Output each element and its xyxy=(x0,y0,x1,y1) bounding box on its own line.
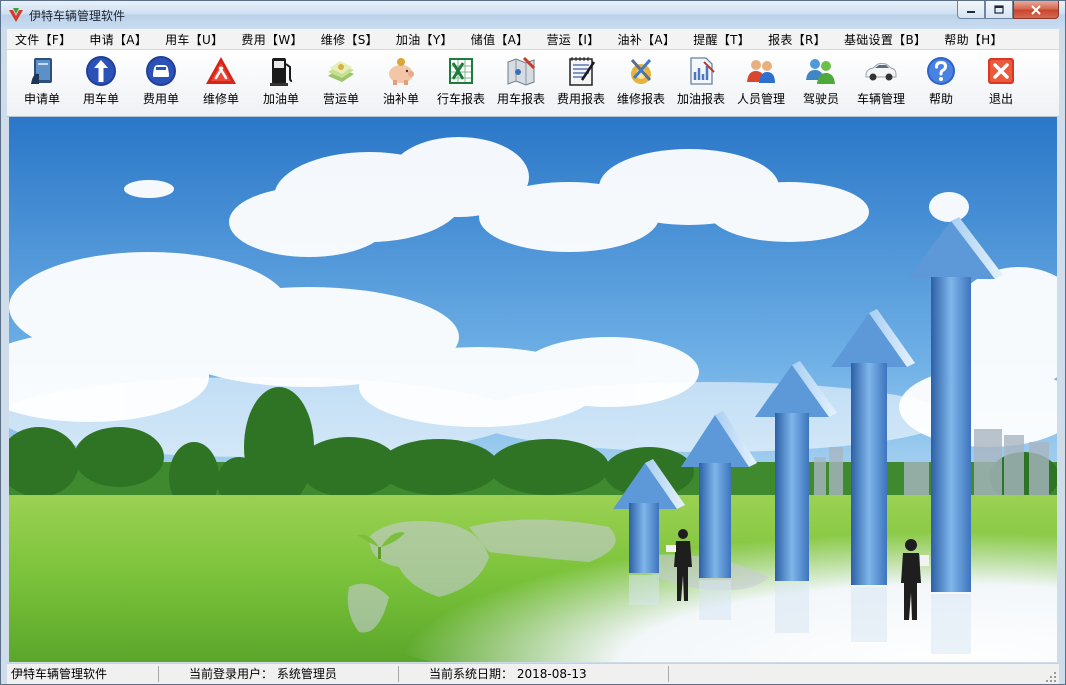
toolbar-vehicle-label: 车辆管理 xyxy=(857,90,905,107)
menu-deposit[interactable]: 储值【A】 xyxy=(462,31,538,48)
minimize-icon xyxy=(966,6,976,14)
app-logo-icon xyxy=(8,7,24,23)
notepad-report-icon xyxy=(564,54,598,88)
toolbar-application-label: 申请单 xyxy=(24,90,60,107)
toolbar-use-car-label: 用车单 xyxy=(83,90,119,107)
app-window: 伊特车辆管理软件 文件【F】 申请【A】 用车【U】 费用【W】 维修【S】 加… xyxy=(0,0,1066,685)
toolbar-operation-label: 营运单 xyxy=(323,90,359,107)
toolbar-repair-report-button[interactable]: 维修报表 xyxy=(611,54,671,114)
toolbar-use-car-report-label: 用车报表 xyxy=(497,90,545,107)
toolbar-driver-button[interactable]: 驾驶员 xyxy=(791,54,851,114)
title-bar[interactable]: 伊特车辆管理软件 xyxy=(1,1,1065,29)
minimize-button[interactable] xyxy=(957,1,985,19)
toolbar-help-label: 帮助 xyxy=(929,90,953,107)
close-icon xyxy=(1031,5,1041,15)
status-app-name-text: 伊特车辆管理软件 xyxy=(11,667,107,681)
exit-icon xyxy=(984,54,1018,88)
status-date-panel: 当前系统日期： 2018-08-13 xyxy=(399,666,669,682)
menu-apply[interactable]: 申请【A】 xyxy=(80,31,156,48)
toolbar-application-button[interactable]: 申请单 xyxy=(12,54,72,114)
toolbar-fuel-subsidy-button[interactable]: 油补单 xyxy=(371,54,431,114)
menu-file[interactable]: 文件【F】 xyxy=(7,31,80,48)
toolbar-expense-report-button[interactable]: 费用报表 xyxy=(551,54,611,114)
toolbar-exit-label: 退出 xyxy=(989,90,1013,107)
main-background-area xyxy=(9,117,1057,662)
toolbar-repair-report-label: 维修报表 xyxy=(617,90,665,107)
toolbar-driver-label: 驾驶员 xyxy=(803,90,839,107)
piggy-bank-icon xyxy=(384,54,418,88)
toolbar-repair-button[interactable]: 维修单 xyxy=(191,54,251,114)
toolbar-expense-button[interactable]: 费用单 xyxy=(131,54,191,114)
toolbar: 申请单 用车单 费用单 xyxy=(7,50,1059,117)
maximize-button[interactable] xyxy=(985,1,1013,19)
status-bar: 伊特车辆管理软件 当前登录用户： 系统管理员 当前系统日期： 2018-08-1… xyxy=(7,663,1059,685)
status-user-panel: 当前登录用户： 系统管理员 xyxy=(159,666,399,682)
toolbar-driving-report-label: 行车报表 xyxy=(437,90,485,107)
car-badge-icon xyxy=(144,54,178,88)
document-report-icon xyxy=(684,54,718,88)
status-date-label: 当前系统日期： xyxy=(429,667,513,681)
toolbar-vehicle-button[interactable]: 车辆管理 xyxy=(851,54,911,114)
toolbar-fuel-subsidy-label: 油补单 xyxy=(383,90,419,107)
tools-report-icon xyxy=(624,54,658,88)
toolbar-use-car-button[interactable]: 用车单 xyxy=(71,54,131,114)
close-button[interactable] xyxy=(1013,1,1059,19)
toolbar-operation-button[interactable]: 营运单 xyxy=(311,54,371,114)
toolbar-fuel-report-label: 加油报表 xyxy=(677,90,725,107)
excel-sheet-icon xyxy=(444,54,478,88)
resize-grip-icon[interactable] xyxy=(1045,671,1057,683)
map-report-icon xyxy=(504,54,538,88)
menu-reminder[interactable]: 提醒【T】 xyxy=(684,31,759,48)
up-arrow-sign-icon xyxy=(84,54,118,88)
toolbar-driving-report-button[interactable]: 行车报表 xyxy=(431,54,491,114)
users-icon xyxy=(744,54,778,88)
toolbar-use-car-report-button[interactable]: 用车报表 xyxy=(491,54,551,114)
menu-fuel[interactable]: 加油【Y】 xyxy=(387,31,462,48)
toolbar-expense-report-label: 费用报表 xyxy=(557,90,605,107)
toolbar-staff-button[interactable]: 人员管理 xyxy=(731,54,791,114)
money-stack-icon xyxy=(324,54,358,88)
status-date-value: 2018-08-13 xyxy=(517,667,587,681)
toolbar-repair-label: 维修单 xyxy=(203,90,239,107)
toolbar-fuel-button[interactable]: 加油单 xyxy=(251,54,311,114)
toolbar-help-button[interactable]: 帮助 xyxy=(911,54,971,114)
toolbar-expense-label: 费用单 xyxy=(143,90,179,107)
status-user-label: 当前登录用户： xyxy=(189,667,273,681)
application-form-icon xyxy=(25,54,59,88)
menu-basic-settings[interactable]: 基础设置【B】 xyxy=(835,31,935,48)
help-icon xyxy=(924,54,958,88)
window-controls xyxy=(957,1,1059,21)
toolbar-fuel-report-button[interactable]: 加油报表 xyxy=(671,54,731,114)
menu-use-car[interactable]: 用车【U】 xyxy=(156,31,232,48)
menu-help[interactable]: 帮助【H】 xyxy=(935,31,1012,48)
menu-bar: 文件【F】 申请【A】 用车【U】 费用【W】 维修【S】 加油【Y】 储值【A… xyxy=(7,29,1059,50)
status-app-name: 伊特车辆管理软件 xyxy=(7,666,159,682)
maximize-icon xyxy=(994,5,1004,14)
driver-group-icon xyxy=(804,54,838,88)
fuel-pump-icon xyxy=(264,54,298,88)
white-car-icon xyxy=(864,54,898,88)
warning-repair-icon xyxy=(204,54,238,88)
background-scene-image xyxy=(9,117,1057,662)
toolbar-staff-label: 人员管理 xyxy=(737,90,785,107)
status-user-value: 系统管理员 xyxy=(277,667,337,681)
menu-expense[interactable]: 费用【W】 xyxy=(232,31,311,48)
toolbar-fuel-label: 加油单 xyxy=(263,90,299,107)
menu-repair[interactable]: 维修【S】 xyxy=(312,31,387,48)
menu-operation[interactable]: 营运【I】 xyxy=(537,31,608,48)
menu-fuel-subsidy[interactable]: 油补【A】 xyxy=(609,31,685,48)
window-title: 伊特车辆管理软件 xyxy=(29,7,125,24)
menu-report[interactable]: 报表【R】 xyxy=(759,31,835,48)
toolbar-exit-button[interactable]: 退出 xyxy=(971,54,1031,114)
